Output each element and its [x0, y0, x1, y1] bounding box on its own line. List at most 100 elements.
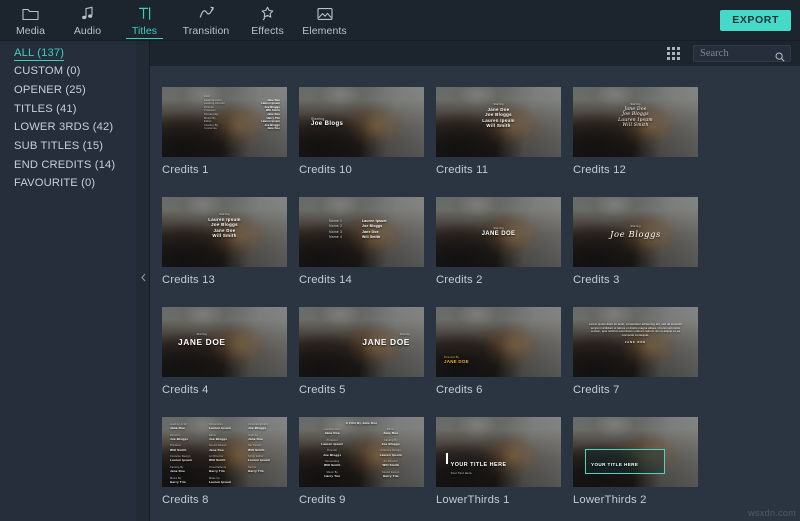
app-window: Media Audio Titles Transition Effects Element…	[0, 0, 800, 521]
text-cursor-icon	[134, 4, 156, 23]
credit-name: Will Smith	[209, 458, 226, 463]
title-overlay: Starring JANE DOE	[299, 307, 424, 377]
preset-thumbnail[interactable]: Leading Actor Jane Doe Director Joe Bloggs P…	[162, 417, 287, 487]
title-preset-card[interactable]: Lorem ipsum dolor sit amet, consectetur …	[573, 307, 710, 397]
preset-thumbnail[interactable]: Cast Leading Actor Jane Doe Leading Actress…	[162, 87, 287, 157]
lower-third-box: YOUR TITLE HERE	[585, 449, 666, 474]
preset-caption: Credits 1	[162, 164, 209, 176]
tab-effects[interactable]: Effects	[239, 0, 296, 41]
preset-thumbnail[interactable]: Name 1 Lauren Ipsum Name 2 Joe Bloggs Name 3…	[299, 197, 424, 267]
credit-row: Costume Design Lauren Ipsum	[366, 449, 417, 456]
paragraph-text: Lorem ipsum dolor sit amet, consectetur …	[589, 323, 682, 337]
credit-list: Cast Leading Actor Jane Doe Leading Actress…	[204, 95, 280, 131]
preset-thumbnail[interactable]: Starring Joe Blogs	[299, 87, 424, 157]
sidebar-item-favourite[interactable]: FAVOURITE (0)	[0, 175, 136, 194]
preset-thumbnail[interactable]: Starring Joe Bloggs	[573, 197, 698, 267]
credit-name: Joe Bloggs	[209, 436, 228, 441]
title-preset-card[interactable]: A Film By Jane Doe Leading Actor Jane Doe P…	[299, 417, 436, 507]
tab-titles[interactable]: Titles	[116, 0, 173, 41]
preset-thumbnail[interactable]: Starring Jane Doe Joe Bloggs Lauren Ipsum Wi…	[436, 87, 561, 157]
title-preset-card[interactable]: Starring Lauren Ipsum Joe Bloggs Jane Doe Wi…	[162, 197, 299, 287]
title-preset-card[interactable]: Starring Joe Blogs Credits 10	[299, 87, 436, 177]
title-overlay: Starring Lauren Ipsum Joe Bloggs Jane Doe Wi…	[162, 197, 287, 267]
title-overlay: Directed By JANE DOE	[436, 307, 561, 377]
library-scroll-area[interactable]: Cast Leading Actor Jane Doe Leading Actress…	[150, 66, 800, 521]
preset-thumbnail[interactable]: Starring JANE DOE	[162, 307, 287, 377]
sidebar-item-end-credits[interactable]: END CREDITS (14)	[0, 156, 136, 175]
tab-media[interactable]: Media	[2, 0, 59, 41]
sidebar-item-sub-titles[interactable]: SUB TITLES (15)	[0, 137, 136, 156]
export-button[interactable]: EXPORT	[720, 10, 791, 31]
preset-thumbnail[interactable]: Starring Lauren Ipsum Joe Bloggs Jane Doe Wi…	[162, 197, 287, 267]
title-preset-card[interactable]: Starring JANE DOE Credits 2	[436, 197, 573, 287]
credit-role: Name 1	[329, 219, 343, 223]
credit-name: Harry Tim	[170, 479, 186, 484]
title-overlay: Starring Joe Blogs	[299, 87, 424, 157]
grid-view-icon[interactable]	[665, 46, 681, 62]
search-field[interactable]	[693, 45, 791, 62]
credit-name: Jane Doe	[362, 229, 379, 234]
sidebar-item-label: END CREDITS (14)	[14, 158, 116, 171]
sidebar-item-all[interactable]: ALL (137)	[0, 44, 136, 63]
chevron-left-icon[interactable]	[139, 267, 147, 287]
title-overlay: Leading Actor Jane Doe Director Joe Bloggs P…	[162, 417, 287, 487]
credit-row: Make Up Lauren Ipsum	[209, 477, 240, 484]
title-preset-card[interactable]: Starring Joe Bloggs Credits 3	[573, 197, 710, 287]
preset-thumbnail[interactable]: Directed By JANE DOE	[436, 307, 561, 377]
title-block: Starring JANE DOE	[178, 333, 226, 347]
preset-thumbnail[interactable]: Lorem ipsum dolor sit amet, consectetur …	[573, 307, 698, 377]
preset-thumbnail[interactable]: Starring JANE DOE	[299, 307, 424, 377]
starring-block: Starring Jane Doe Joe Bloggs Lauren Ipsum Wi…	[573, 103, 698, 129]
title-overlay: YOUR TITLE HERE Your Text Here	[436, 417, 561, 487]
credit-row: Art Director Will Smith	[209, 455, 240, 462]
starring-name: Will Smith	[486, 123, 511, 129]
preset-caption: Credits 5	[299, 384, 346, 396]
tab-label: Effects	[251, 25, 284, 37]
preset-thumbnail[interactable]: Starring Jane Doe Joe Bloggs Lauren Ipsum Wi…	[573, 87, 698, 157]
lower-third-title: YOUR TITLE HERE	[591, 461, 639, 467]
title-preset-card[interactable]: Starring Jane Doe Joe Bloggs Lauren Ipsum Wi…	[436, 87, 573, 177]
lower-third-block: YOUR TITLE HERE	[585, 449, 666, 474]
credit-name: Harry Tim	[382, 474, 399, 479]
title-preset-card[interactable]: Directed By JANE DOE Credits 6	[436, 307, 573, 397]
title-preset-card[interactable]: Name 1 Lauren Ipsum Name 2 Joe Bloggs Name 3…	[299, 197, 436, 287]
sidebar-item-lower-3rds[interactable]: LOWER 3RDS (42)	[0, 119, 136, 138]
credit-name: Lauren Ipsum	[209, 426, 232, 431]
credit-name: Will Smith	[324, 463, 341, 468]
titles-grid: Cast Leading Actor Jane Doe Leading Actress…	[150, 66, 800, 521]
credit-name: Will Smith	[382, 463, 399, 468]
credit-row: Producer Will Smith	[170, 444, 201, 451]
credit-row: Visual Effects Harry Tim	[209, 466, 240, 473]
tab-label: Elements	[302, 25, 347, 37]
title-preset-card[interactable]: Starring JANE DOE Credits 5	[299, 307, 436, 397]
credit-row: Casting By Joe Bloggs	[366, 439, 417, 446]
title-preset-card[interactable]: Starring JANE DOE Credits 4	[162, 307, 299, 397]
credit-row: Name 2 Joe Bloggs	[329, 224, 413, 228]
credit-row: Costume Design Lauren Ipsum	[170, 455, 201, 462]
title-preset-card[interactable]: Cast Leading Actor Jane Doe Leading Actress…	[162, 87, 299, 177]
preset-caption: Credits 8	[162, 494, 209, 506]
panel-divider	[136, 41, 150, 521]
title-preset-card[interactable]: Leading Actor Jane Doe Director Joe Bloggs P…	[162, 417, 299, 507]
tab-transition[interactable]: Transition	[173, 0, 239, 41]
credit-role: Costumes	[204, 127, 217, 131]
credit-name: Will Smith	[170, 447, 187, 452]
preset-thumbnail[interactable]: Starring JANE DOE	[436, 197, 561, 267]
title-preset-card[interactable]: YOUR TITLE HERE Your Text Here LowerThirds…	[436, 417, 573, 507]
preset-thumbnail[interactable]: YOUR TITLE HERE	[573, 417, 698, 487]
tab-label: Transition	[182, 25, 230, 37]
tab-audio[interactable]: Audio	[59, 0, 116, 41]
title-overlay: Cast Leading Actor Jane Doe Leading Actress…	[162, 87, 287, 157]
sidebar-item-opener[interactable]: OPENER (25)	[0, 81, 136, 100]
starring-name: Joe Blogs	[311, 121, 344, 128]
preset-thumbnail[interactable]: YOUR TITLE HERE Your Text Here	[436, 417, 561, 487]
title-preset-card[interactable]: YOUR TITLE HERE LowerThirds 2	[573, 417, 710, 507]
tab-label: Media	[15, 25, 46, 37]
tab-elements[interactable]: Elements	[296, 0, 353, 41]
title-preset-card[interactable]: Starring Jane Doe Joe Bloggs Lauren Ipsum Wi…	[573, 87, 710, 177]
title-name: JANE DOE	[444, 359, 469, 365]
sidebar-item-custom[interactable]: CUSTOM (0)	[0, 63, 136, 82]
preset-thumbnail[interactable]: A Film By Jane Doe Leading Actor Jane Doe P…	[299, 417, 424, 487]
starring-name: Will Smith	[622, 123, 649, 129]
sidebar-item-titles[interactable]: TITLES (41)	[0, 100, 136, 119]
